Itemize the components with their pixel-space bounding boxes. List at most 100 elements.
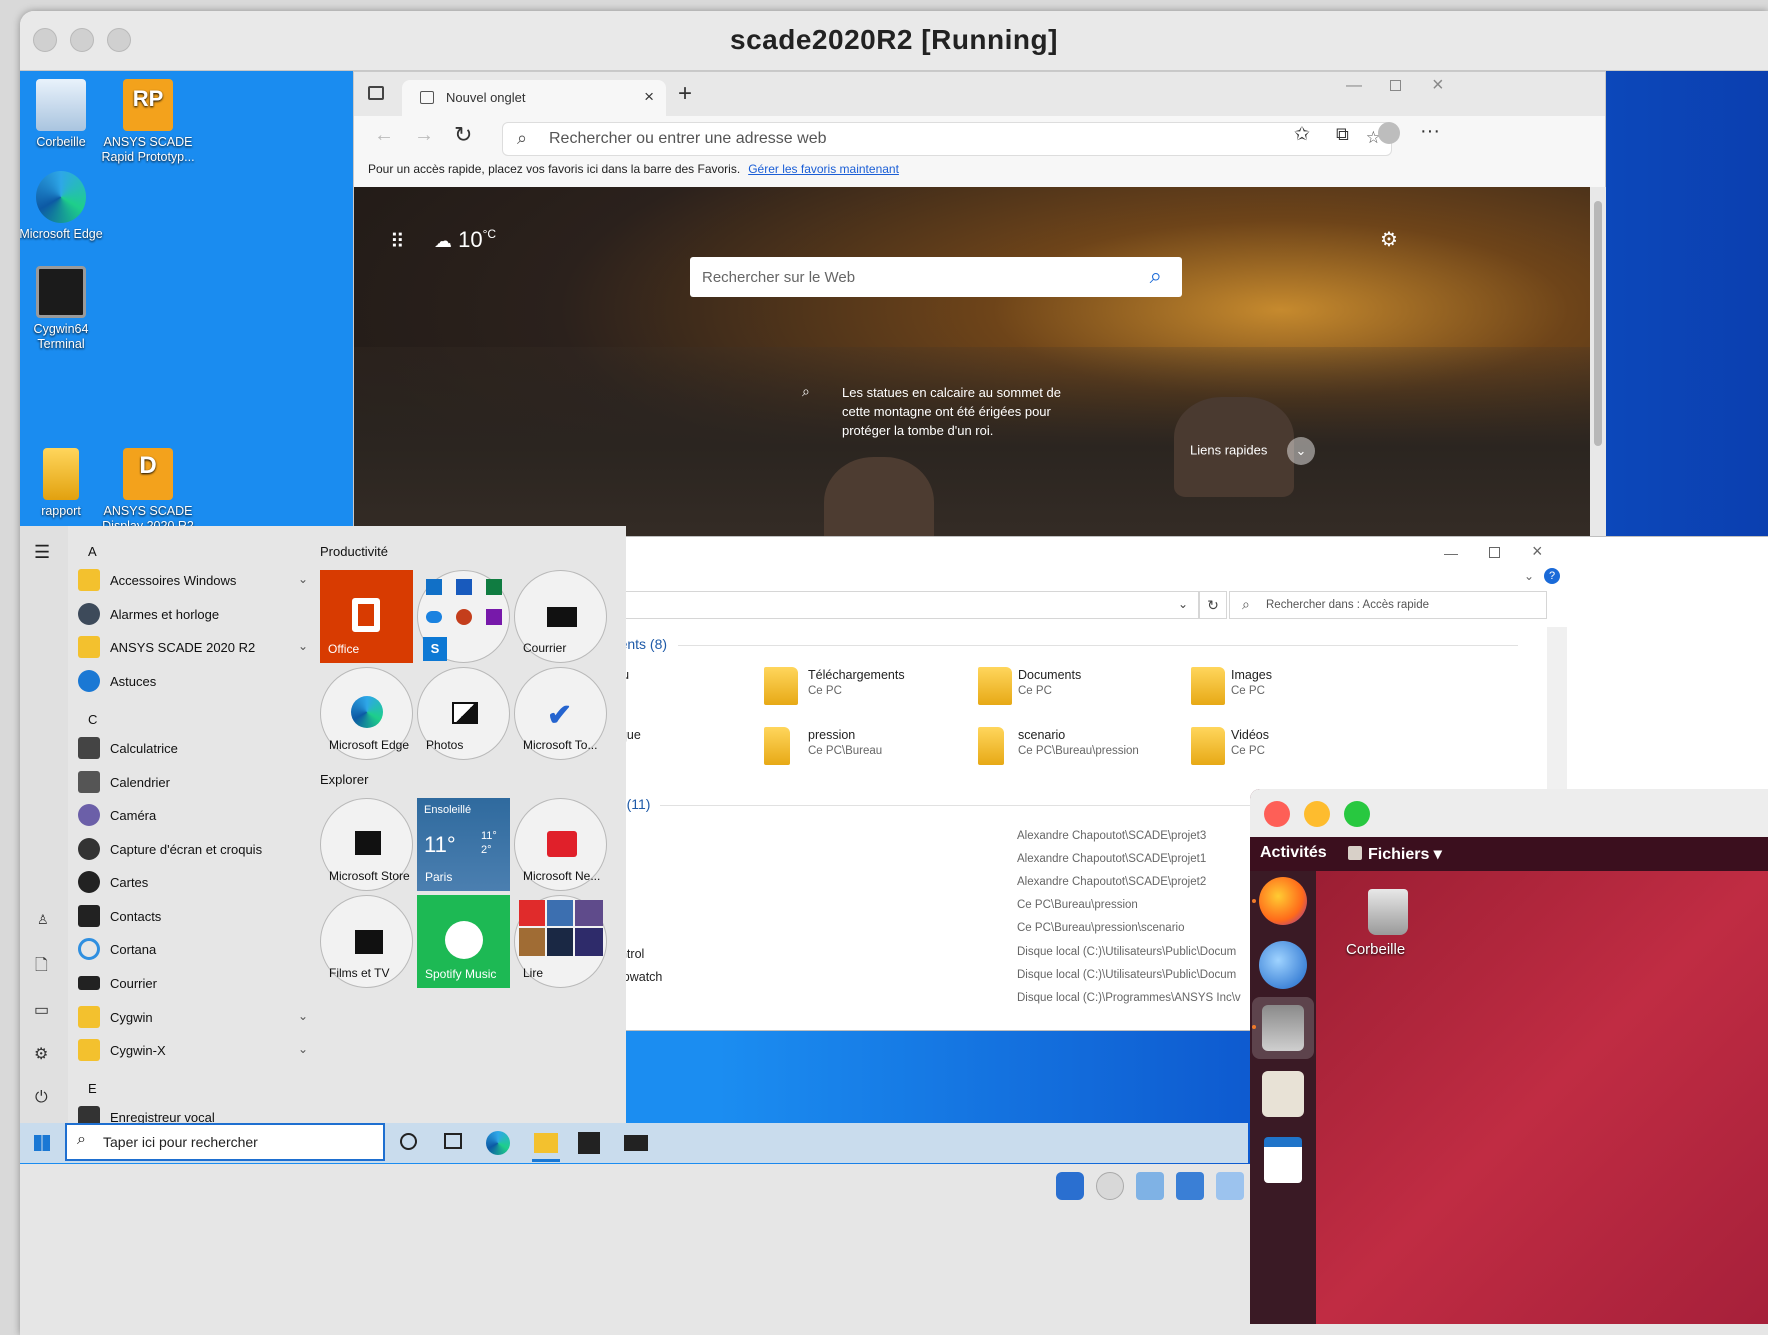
minimize-icon[interactable]: — <box>1346 77 1362 95</box>
desktop-icon-corbeille[interactable]: Corbeille <box>20 79 109 150</box>
tile-courrier[interactable]: Courrier <box>514 570 607 663</box>
desktop-icon-rapport[interactable]: rapport <box>20 448 109 519</box>
settings-gear-icon[interactable]: ⚙ <box>1380 227 1398 252</box>
tile-films[interactable]: Films et TV <box>320 895 413 988</box>
documents-icon[interactable]: 🗋 <box>35 954 48 981</box>
taskbar-search-input[interactable]: ⌕ Taper ici pour rechercher <box>65 1123 385 1161</box>
chevron-down-icon[interactable]: ⌄ <box>1178 597 1188 611</box>
manage-favorites-link[interactable]: Gérer les favoris maintenant <box>748 162 899 176</box>
edge-icon[interactable] <box>486 1131 510 1155</box>
files-menu[interactable]: Fichiers ▾ <box>1368 844 1442 864</box>
tile-edge[interactable]: Microsoft Edge <box>320 667 413 760</box>
file-explorer-icon[interactable] <box>534 1133 558 1153</box>
windows-start-icon[interactable] <box>34 1135 50 1151</box>
tile-office-apps[interactable]: S <box>417 570 510 663</box>
close-icon[interactable]: × <box>1532 541 1543 562</box>
tab-new[interactable]: Nouvel onglet × <box>402 80 666 116</box>
hamburger-menu-icon[interactable]: ☰ <box>34 542 50 563</box>
search-icon[interactable]: ⌕ <box>1150 263 1162 289</box>
letter-header[interactable]: C <box>88 712 97 727</box>
app-list-item[interactable]: Cygwin ⌄ <box>78 1002 308 1034</box>
tile-office[interactable]: Office <box>320 570 413 663</box>
quick-links-toggle[interactable]: Liens rapides ⌄ <box>1190 437 1315 465</box>
app-list-item[interactable]: Cartes <box>78 867 308 899</box>
app-list-item[interactable]: Alarmes et horloge <box>78 599 308 631</box>
explorer-search-input[interactable]: ⌕ Rechercher dans : Accès rapide <box>1229 591 1547 619</box>
help-icon[interactable]: ? <box>1544 568 1560 584</box>
app-list-item[interactable]: Calendrier <box>78 767 308 799</box>
trash-icon[interactable] <box>1368 889 1408 935</box>
collections-icon[interactable]: ⧉ <box>1336 124 1349 145</box>
weather-widget[interactable]: ☁ 10°C <box>434 227 496 253</box>
writer-icon[interactable] <box>1264 1137 1302 1183</box>
maximize-icon[interactable] <box>1390 80 1401 91</box>
firefox-icon[interactable] <box>1259 877 1307 925</box>
app-list-item[interactable]: Calculatrice <box>78 733 308 765</box>
desktop-icon-cygwin[interactable]: Cygwin64 Terminal <box>20 266 109 352</box>
store-icon[interactable] <box>578 1132 600 1154</box>
letter-header[interactable]: E <box>88 1081 97 1096</box>
power-icon[interactable]: ⏻ <box>35 1089 48 1107</box>
tile-weather[interactable]: Ensoleillé 11° 11° 2° Paris <box>417 798 510 891</box>
app-list-item[interactable]: Cygwin-X ⌄ <box>78 1035 308 1067</box>
tile-spotify[interactable]: Spotify Music <box>417 895 510 988</box>
maximize-icon[interactable] <box>1489 547 1500 558</box>
network-icon[interactable] <box>1176 1172 1204 1200</box>
scrollbar-thumb[interactable] <box>1594 201 1602 446</box>
tile-news[interactable]: Microsoft Ne... <box>514 798 607 891</box>
mail-icon[interactable] <box>624 1135 648 1151</box>
address-path-bar[interactable]: ⌄ <box>604 591 1199 619</box>
user-icon[interactable]: ♙ <box>37 912 49 928</box>
zoom-button[interactable] <box>1344 801 1370 827</box>
desktop-icon-scade-display[interactable]: D ANSYS SCADE Display 2020 R2 <box>100 448 196 534</box>
back-icon[interactable]: ← <box>374 124 394 147</box>
app-list-item[interactable]: Courrier <box>78 968 308 1000</box>
app-list-item[interactable]: Enregistreur vocal <box>78 1102 308 1124</box>
rhythmbox-icon[interactable] <box>1262 1071 1304 1117</box>
minimize-icon[interactable]: — <box>1444 545 1458 561</box>
settings-gear-icon[interactable]: ⚙ <box>34 1044 48 1064</box>
app-list-item[interactable]: Contacts <box>78 901 308 933</box>
app-list-item[interactable]: Cortana <box>78 934 308 966</box>
favorites-icon[interactable]: ✩ <box>1294 123 1310 146</box>
image-caption[interactable]: Les statues en calcaire au sommet de cet… <box>842 383 1082 440</box>
app-list-item[interactable]: Capture d'écran et croquis <box>78 834 308 866</box>
usb-icon[interactable] <box>1136 1172 1164 1200</box>
app-list-item[interactable]: ANSYS SCADE 2020 R2 ⌄ <box>78 632 308 664</box>
chevron-down-icon[interactable]: ⌄ <box>1524 569 1534 583</box>
profile-avatar[interactable] <box>1378 122 1400 144</box>
more-icon[interactable]: ··· <box>1420 120 1440 143</box>
ubuntu-titlebar[interactable] <box>1250 789 1768 837</box>
close-button[interactable] <box>1264 801 1290 827</box>
tile-photos[interactable]: Photos <box>417 667 510 760</box>
new-tab-icon[interactable]: + <box>678 80 692 108</box>
tile-store[interactable]: Microsoft Store <box>320 798 413 891</box>
files-icon[interactable] <box>1262 1005 1304 1051</box>
pictures-icon[interactable]: ▭ <box>34 1000 49 1020</box>
thunderbird-icon[interactable] <box>1259 941 1307 989</box>
desktop-icon-edge[interactable]: Microsoft Edge <box>20 171 109 242</box>
tile-todo[interactable]: ✔ Microsoft To... <box>514 667 607 760</box>
minimize-button[interactable] <box>1304 801 1330 827</box>
activities-button[interactable]: Activités <box>1260 844 1327 862</box>
apps-grid-icon[interactable]: ⠿ <box>390 229 405 254</box>
app-list-item[interactable]: Caméra <box>78 800 308 832</box>
close-tab-icon[interactable]: × <box>644 87 654 107</box>
app-list-item[interactable]: Accessoires Windows ⌄ <box>78 565 308 597</box>
refresh-icon[interactable]: ↻ <box>454 122 472 148</box>
web-search-input[interactable]: Rechercher sur le Web ⌕ <box>690 257 1182 297</box>
tile-play[interactable]: Lire <box>514 895 607 988</box>
cortana-icon[interactable] <box>400 1133 417 1150</box>
optical-drive-icon[interactable] <box>1096 1172 1124 1200</box>
address-bar[interactable]: ⌕ Rechercher ou entrer une adresse web ☆ <box>502 122 1392 156</box>
letter-header[interactable]: A <box>88 544 97 559</box>
hard-disk-icon[interactable] <box>1056 1172 1084 1200</box>
shared-folders-icon[interactable] <box>1216 1172 1244 1200</box>
window-titlebar[interactable]: scade2020R2 [Running] <box>20 11 1768 71</box>
task-view-icon[interactable] <box>444 1133 462 1149</box>
image-info-icon[interactable]: ⌕ <box>802 383 810 400</box>
close-icon[interactable]: × <box>1432 74 1444 97</box>
app-list-item[interactable]: Astuces <box>78 666 308 698</box>
forward-icon[interactable]: → <box>414 124 434 147</box>
desktop-icon-scade-rp[interactable]: RP ANSYS SCADE Rapid Prototyp... <box>100 79 196 165</box>
